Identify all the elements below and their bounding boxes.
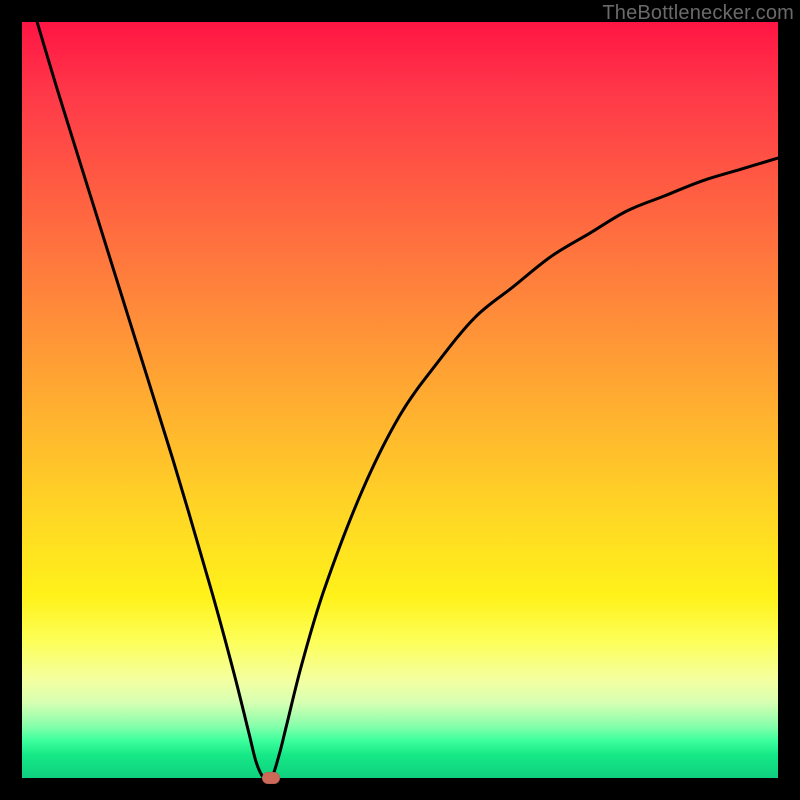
chart-frame: TheBottlenecker.com <box>0 0 800 800</box>
plot-area <box>22 22 778 778</box>
minimum-marker <box>262 772 280 784</box>
bottleneck-curve-path <box>37 22 778 778</box>
curve-svg <box>22 22 778 778</box>
